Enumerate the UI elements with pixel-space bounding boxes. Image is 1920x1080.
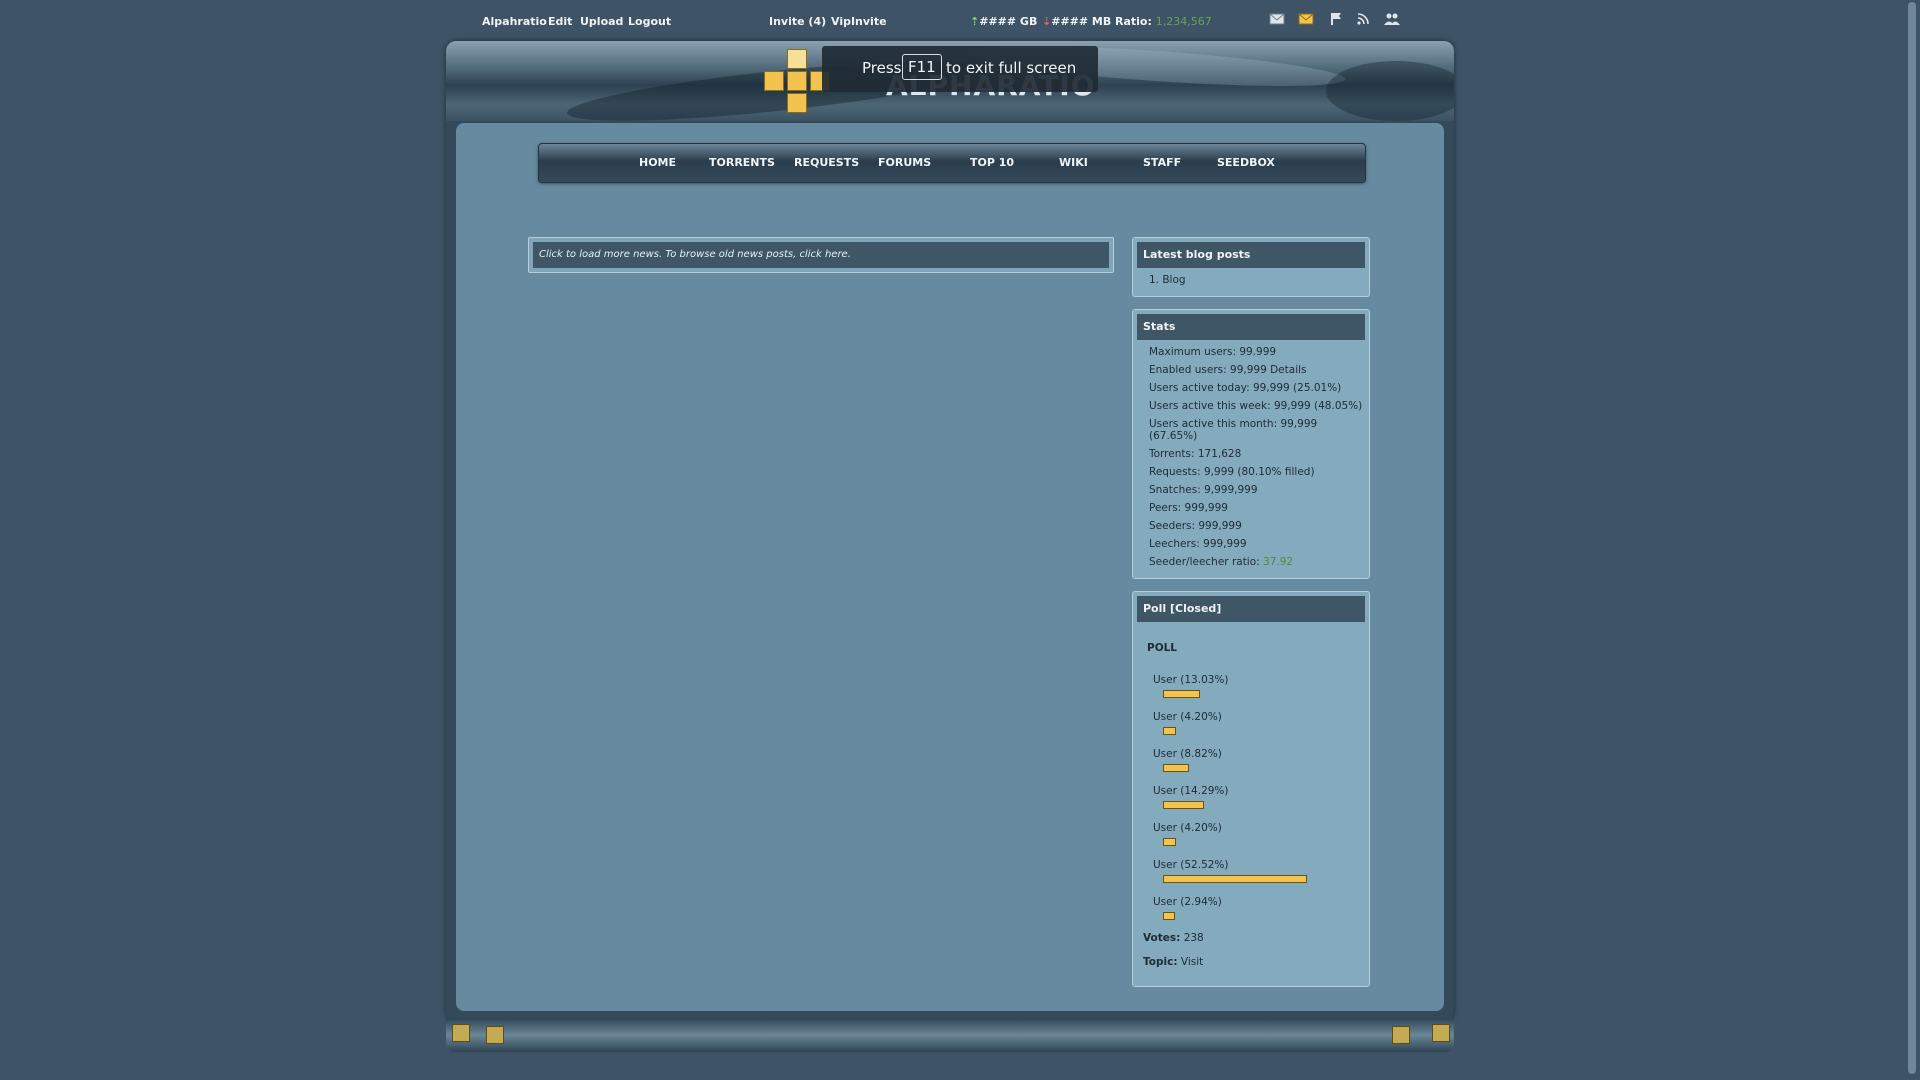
blog-item[interactable]: 1. Blog [1149, 274, 1186, 286]
content-area: HOME TORRENTS REQUESTS FORUMS TOP 10 WIK… [456, 123, 1444, 1011]
poll-option-bar [1163, 727, 1176, 735]
friends-icon[interactable] [1384, 12, 1400, 26]
footer-decoration [1392, 1026, 1410, 1044]
ratio-label: Ratio: [1115, 15, 1152, 28]
download-amount: #### MB [1051, 15, 1112, 28]
footer-decoration [486, 1026, 504, 1044]
poll-option-bar [1163, 764, 1189, 772]
poll-votes: Votes: 238 [1143, 932, 1204, 944]
poll-topic: Topic: Visit [1143, 956, 1203, 968]
upload-stat: ⇡#### GB [970, 15, 1037, 28]
edit-link[interactable]: Edit [548, 15, 572, 28]
page-scrollbar[interactable] [1904, 0, 1920, 1080]
scrollbar-thumb[interactable] [1908, 2, 1916, 1074]
nav-home[interactable]: HOME [639, 156, 676, 169]
vipinvite-link[interactable]: VipInvite [831, 15, 887, 28]
stats-box: Stats Maximum users: 99.999 Enabled user… [1132, 309, 1370, 579]
votes-value: 238 [1180, 932, 1204, 944]
poll-option-label: User (4.20%) [1153, 822, 1222, 834]
poll-option-label: User (4.20%) [1153, 711, 1222, 723]
nav-staff[interactable]: STAFF [1143, 156, 1181, 169]
news-end: . [847, 249, 851, 260]
main-frame: ALPHARATIO HOME TORRENTS REQUESTS FORUMS… [446, 41, 1454, 1021]
new-message-icon[interactable] [1298, 12, 1314, 26]
poll-box: Poll [Closed] POLL User (13.03%) User (4.… [1132, 591, 1370, 987]
stat-row: (67.65%) [1149, 430, 1198, 442]
user-bar: Alpahratio Edit Upload Logout Invite (4)… [0, 0, 1920, 42]
upload-amount: #### GB [979, 15, 1038, 28]
ratio-stat: Ratio: 1,234,567 [1115, 15, 1212, 28]
ratio-value: 1,234,567 [1155, 15, 1212, 28]
news-box: Click to load more news. To browse old n… [528, 237, 1114, 273]
stat-row: Enabled users: 99,999 Details [1149, 364, 1307, 376]
topic-label: Topic: [1143, 956, 1178, 968]
poll-option-bar [1163, 838, 1176, 846]
votes-label: Votes: [1143, 932, 1181, 944]
nav-requests[interactable]: REQUESTS [794, 156, 859, 169]
toast-key: F11 [902, 54, 942, 80]
nav-wiki[interactable]: WIKI [1059, 156, 1088, 169]
poll-option-label: User (2.94%) [1153, 896, 1222, 908]
nav-forums[interactable]: FORUMS [878, 156, 931, 169]
fullscreen-toast: Press F11 to exit full screen [822, 46, 1098, 92]
stat-row: Peers: 999,999 [1149, 502, 1228, 514]
nav-torrents[interactable]: TORRENTS [709, 156, 775, 169]
news-message: Click to load more news. To browse old n… [533, 242, 1109, 268]
logout-link[interactable]: Logout [628, 15, 671, 28]
news-text: . To browse old news posts, [658, 249, 800, 260]
poll-option-label: User (8.82%) [1153, 748, 1222, 760]
old-news-link[interactable]: click here [799, 249, 847, 260]
poll-option-bar [1163, 912, 1175, 920]
stat-row: Requests: 9,999 (80.10% filled) [1149, 466, 1315, 478]
poll-option-bar [1163, 690, 1200, 698]
inbox-mail-icon[interactable] [1269, 12, 1285, 26]
topic-link[interactable]: Visit [1178, 956, 1203, 968]
load-more-news-link[interactable]: Click to load more news [539, 249, 659, 260]
upload-link[interactable]: Upload [580, 15, 623, 28]
blog-box: Latest blog posts 1. Blog [1132, 237, 1370, 297]
poll-option-bar [1163, 875, 1307, 883]
poll-question: POLL [1147, 642, 1178, 654]
stat-row-ratio: Seeder/leecher ratio: 37.92 [1149, 556, 1293, 568]
username-link[interactable]: Alpahratio [482, 15, 547, 28]
poll-option-label: User (13.03%) [1153, 674, 1229, 686]
stat-row: Maximum users: 99.999 [1149, 346, 1277, 358]
download-arrow-icon: ⇣ [1042, 15, 1052, 28]
stats-title: Stats [1137, 314, 1365, 340]
footer-decoration [1432, 1024, 1450, 1042]
blog-title: Latest blog posts [1137, 242, 1365, 268]
stat-row: Snatches: 9,999,999 [1149, 484, 1258, 496]
main-nav: HOME TORRENTS REQUESTS FORUMS TOP 10 WIK… [538, 143, 1366, 183]
poll-option-label: User (52.52%) [1153, 859, 1229, 871]
stat-row: Leechers: 999,999 [1149, 538, 1247, 550]
poll-title: Poll [Closed] [1137, 596, 1365, 622]
stat-row: Users active this week: 99,999 (48.05%) [1149, 400, 1363, 412]
bookmark-flag-icon[interactable] [1328, 12, 1344, 26]
upload-arrow-icon: ⇡ [970, 15, 980, 28]
nav-seedbox[interactable]: SEEDBOX [1217, 156, 1275, 169]
site-footer [446, 1018, 1454, 1052]
stat-row: Users active today: 99,999 (25.01%) [1149, 382, 1342, 394]
nav-top10[interactable]: TOP 10 [970, 156, 1014, 169]
footer-decoration [452, 1024, 470, 1042]
toast-message: to exit full screen [946, 59, 1077, 77]
site-logo-icon[interactable] [764, 49, 830, 115]
poll-option-bar [1163, 801, 1204, 809]
ratio-label: Seeder/leecher ratio: [1149, 556, 1264, 568]
download-stat: ⇣#### MB [1042, 15, 1111, 28]
ratio-value: 37.92 [1263, 556, 1294, 568]
header-swoosh [1326, 61, 1454, 121]
stat-row: Users active this month: 99,999 [1149, 418, 1318, 430]
invite-link[interactable]: Invite (4) [769, 15, 826, 28]
toast-press: Press [862, 59, 902, 77]
rss-icon[interactable] [1356, 12, 1372, 26]
stat-row: Seeders: 999,999 [1149, 520, 1242, 532]
poll-option-label: User (14.29%) [1153, 785, 1229, 797]
stat-row: Torrents: 171,628 [1149, 448, 1242, 460]
